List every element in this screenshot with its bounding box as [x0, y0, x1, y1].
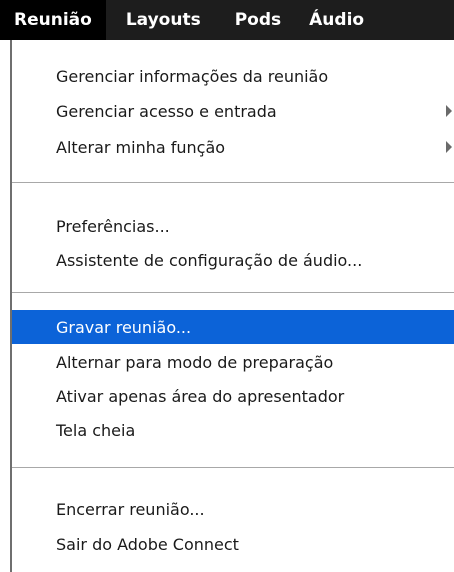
menu-item-exit-adobe-connect[interactable]: Sair do Adobe Connect: [12, 527, 454, 561]
menu-separator: [12, 467, 454, 468]
menu-item-end-meeting[interactable]: Encerrar reunião...: [12, 492, 454, 526]
menu-item-full-screen[interactable]: Tela cheia: [12, 413, 454, 447]
menu-item-manage-access-entry[interactable]: Gerenciar acesso e entrada: [12, 94, 454, 128]
menu-item-audio-setup-wizard[interactable]: Assistente de configuração de áudio...: [12, 243, 454, 277]
menu-item-label: Alterar minha função: [56, 137, 226, 157]
submenu-arrow-icon: [446, 105, 452, 117]
menu-item-label: Alternar para modo de preparação: [56, 352, 334, 372]
menu-item-record-meeting[interactable]: Gravar reunião...: [12, 310, 454, 344]
app-window: Reunião Layouts Pods Áudio Gerenciar inf…: [0, 0, 454, 572]
menu-item-label: Gravar reunião...: [56, 317, 192, 337]
menu-layouts[interactable]: Layouts: [106, 0, 221, 40]
menu-separator: [12, 182, 454, 183]
menu-item-label: Tela cheia: [56, 420, 136, 440]
menu-reuniao[interactable]: Reunião: [0, 0, 106, 40]
reuniao-dropdown-menu: Gerenciar informações da reunião Gerenci…: [10, 40, 454, 572]
menu-bar: Reunião Layouts Pods Áudio: [0, 0, 454, 40]
menu-item-change-my-role[interactable]: Alterar minha função: [12, 130, 454, 164]
menu-item-preferences[interactable]: Preferências...: [12, 209, 454, 243]
menu-item-label: Ativar apenas área do apresentador: [56, 386, 345, 406]
menu-item-label: Sair do Adobe Connect: [56, 534, 239, 554]
menu-item-manage-meeting-info[interactable]: Gerenciar informações da reunião: [12, 59, 454, 93]
menu-item-label: Encerrar reunião...: [56, 499, 205, 519]
menu-separator: [12, 292, 454, 293]
menu-audio[interactable]: Áudio: [295, 0, 364, 40]
menu-item-label: Assistente de configuração de áudio...: [56, 250, 363, 270]
menu-item-presenter-area-only[interactable]: Ativar apenas área do apresentador: [12, 379, 454, 413]
menu-item-label: Gerenciar acesso e entrada: [56, 101, 277, 121]
submenu-arrow-icon: [446, 141, 452, 153]
menu-item-label: Preferências...: [56, 216, 170, 236]
menu-item-prepare-mode[interactable]: Alternar para modo de preparação: [12, 345, 454, 379]
menu-pods[interactable]: Pods: [221, 0, 295, 40]
menu-item-label: Gerenciar informações da reunião: [56, 66, 329, 86]
